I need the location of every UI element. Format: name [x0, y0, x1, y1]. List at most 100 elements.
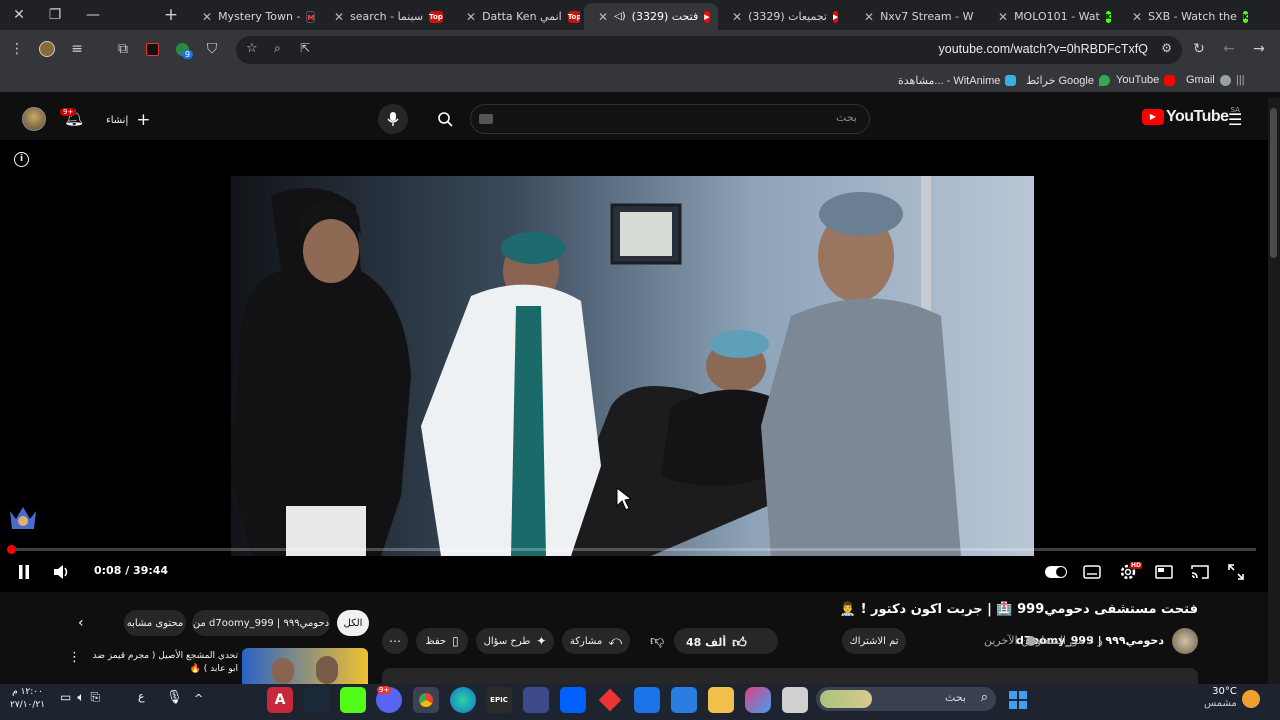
security-shield-icon[interactable]: ⛉: [203, 40, 221, 58]
minimize-window-icon[interactable]: —: [74, 0, 112, 30]
menu-kebab-icon[interactable]: ⋮: [8, 40, 26, 58]
close-tab-icon[interactable]: ✕: [466, 10, 476, 24]
pause-icon[interactable]: [14, 562, 34, 582]
close-tab-icon[interactable]: ✕: [1132, 10, 1142, 24]
site-settings-icon[interactable]: ⚙: [1161, 41, 1172, 55]
restore-window-icon[interactable]: ❐: [36, 0, 74, 30]
close-tab-icon[interactable]: ✕: [598, 10, 608, 24]
close-tab-icon[interactable]: ✕: [732, 10, 742, 24]
weather-widget[interactable]: 30°C مشمس: [1204, 686, 1237, 710]
search-input[interactable]: بحث: [836, 111, 857, 124]
autoplay-toggle[interactable]: [1044, 562, 1068, 582]
keyboard-icon[interactable]: [479, 114, 493, 124]
channel-avatar[interactable]: [1172, 628, 1198, 654]
bookmark-google-maps[interactable]: خرائط Google: [1026, 74, 1110, 87]
thumbs-down-icon[interactable]: 👎︎: [650, 632, 664, 649]
tiktok-extension-icon[interactable]: [143, 40, 161, 58]
bookmark-youtube[interactable]: YouTube: [1116, 74, 1176, 86]
visual-studio-icon[interactable]: [523, 687, 549, 713]
bookmarks-menu-icon[interactable]: |||: [1236, 74, 1245, 86]
subscribed-button[interactable]: تم الاشتراك: [842, 628, 906, 654]
chrome-icon[interactable]: [413, 687, 439, 713]
close-tab-icon[interactable]: ✕: [334, 10, 344, 24]
volume-icon[interactable]: [52, 562, 72, 582]
url-text[interactable]: youtube.com/watch?v=0hRBDFcTxfQ: [939, 42, 1148, 56]
browser-tab[interactable]: ✕ search - سينما Top: [320, 3, 448, 30]
ask-question-button[interactable]: طرح سؤال ✦: [476, 628, 554, 654]
reading-list-icon[interactable]: ≡: [68, 40, 86, 58]
fullscreen-icon[interactable]: [1226, 562, 1246, 582]
like-button[interactable]: 48 ألف 👍︎: [686, 634, 747, 651]
extensions-icon[interactable]: ⧉: [114, 40, 132, 58]
kick-app-icon[interactable]: [340, 687, 366, 713]
bookmark-star-icon[interactable]: ☆: [246, 41, 258, 56]
scrollbar-thumb[interactable]: [1270, 108, 1277, 258]
chip-related[interactable]: محتوى مشابه: [124, 610, 186, 636]
video-menu-kebab-icon[interactable]: ⋮: [68, 650, 81, 665]
app-icon[interactable]: [782, 687, 808, 713]
windows-start-icon[interactable]: [1004, 687, 1032, 713]
close-tab-icon[interactable]: ✕: [998, 10, 1008, 24]
dropbox-icon[interactable]: [560, 687, 586, 713]
red-diamond-app-icon[interactable]: [597, 687, 623, 713]
weather-sun-icon[interactable]: [1242, 690, 1260, 708]
audio-icon[interactable]: ◁): [614, 11, 626, 22]
profile-avatar-icon[interactable]: [38, 40, 56, 58]
video-frame[interactable]: [231, 176, 1034, 556]
browser-tab[interactable]: ✕ MOLO101 - Wat K: [984, 3, 1112, 30]
install-app-icon[interactable]: ⇱: [300, 41, 310, 55]
scrubber-handle[interactable]: [7, 545, 16, 554]
chip-all[interactable]: الكل: [337, 610, 369, 636]
description-box[interactable]: [382, 668, 1198, 684]
browser-tab[interactable]: ✕ (3329) تجميعات ▶: [718, 3, 846, 30]
bookmark-witanime[interactable]: مشاهدة... - WitAnime: [898, 74, 1017, 87]
forward-arrow-icon[interactable]: ←: [1220, 40, 1238, 58]
zoom-icon[interactable]: ⌕: [274, 41, 281, 56]
youtube-logo[interactable]: ▶ YouTube SA: [1142, 106, 1240, 126]
close-window-icon[interactable]: ✕: [0, 0, 38, 30]
edge-browser-icon[interactable]: [450, 687, 476, 713]
more-actions-button[interactable]: ⋯: [382, 628, 408, 654]
app-a-icon[interactable]: A: [267, 687, 293, 713]
bookmark-gmail[interactable]: Gmail: [1186, 74, 1231, 86]
chip-from-channel[interactable]: من d7oomy_999 | دحومي٩٩٩: [192, 610, 330, 636]
browser-tab-active[interactable]: ✕ ◁) (3329) فتحت ▶: [584, 3, 718, 30]
input-language-indicator[interactable]: ع: [138, 690, 145, 703]
back-arrow-icon[interactable]: →: [1250, 40, 1268, 58]
microsoft-store-icon[interactable]: [671, 687, 697, 713]
account-avatar[interactable]: [22, 107, 46, 131]
browser-tab[interactable]: ✕ Mystery Town - M: [188, 3, 316, 30]
new-tab-icon[interactable]: +: [152, 0, 190, 30]
progress-bar[interactable]: [10, 548, 1256, 551]
recommended-video-thumbnail[interactable]: [242, 648, 368, 684]
copilot-icon[interactable]: [745, 687, 771, 713]
subtitles-icon[interactable]: [1082, 562, 1102, 582]
browser-tab[interactable]: ✕ Nxv7 Stream - W K: [850, 3, 978, 30]
system-clock[interactable]: ١٢:٠٠ م ٢٧/١٠/٢١: [10, 686, 45, 712]
address-bar[interactable]: ☆ ⌕ ⇱ youtube.com/watch?v=0hRBDFcTxfQ ⚙: [236, 36, 1182, 64]
steam-icon[interactable]: [304, 687, 330, 713]
voice-search-mic-icon[interactable]: [378, 104, 408, 134]
browser-tab[interactable]: ✕ Datta Ken انمي Top: [452, 3, 580, 30]
cast-icon[interactable]: [1190, 562, 1210, 582]
chips-scroll-left-icon[interactable]: ‹: [78, 615, 84, 631]
create-button[interactable]: إنشاء +: [106, 110, 150, 130]
share-button[interactable]: مشاركة ⤺: [562, 628, 630, 654]
tray-overflow-chevron-icon[interactable]: ^: [194, 692, 203, 705]
close-tab-icon[interactable]: ✕: [202, 10, 212, 24]
miniplayer-icon[interactable]: [1154, 562, 1174, 582]
collaborators-text[interactable]: و 3 من المتعاونين الآخرين: [984, 634, 1103, 647]
taskbar-search-box[interactable]: بحث ⌕: [816, 687, 996, 711]
reload-icon[interactable]: ↻: [1190, 40, 1208, 58]
file-explorer-icon[interactable]: [708, 687, 734, 713]
browser-tab[interactable]: ✕ SXB - Watch the K: [1118, 3, 1248, 30]
channel-watermark-icon[interactable]: [8, 505, 38, 533]
info-icon[interactable]: i: [14, 152, 29, 167]
system-tray[interactable]: ▭ 🔈︎ ⎘: [60, 690, 100, 705]
mic-icon[interactable]: 🎙︎: [166, 690, 183, 705]
save-button[interactable]: حفظ ▯: [416, 628, 468, 654]
close-tab-icon[interactable]: ✕: [864, 10, 874, 24]
recommended-video-title[interactable]: تحدي المشجع الأصيل ( مجرم قيمز ضد ابو عا…: [88, 650, 238, 676]
search-box[interactable]: بحث: [470, 104, 870, 134]
outlook-icon[interactable]: [634, 687, 660, 713]
